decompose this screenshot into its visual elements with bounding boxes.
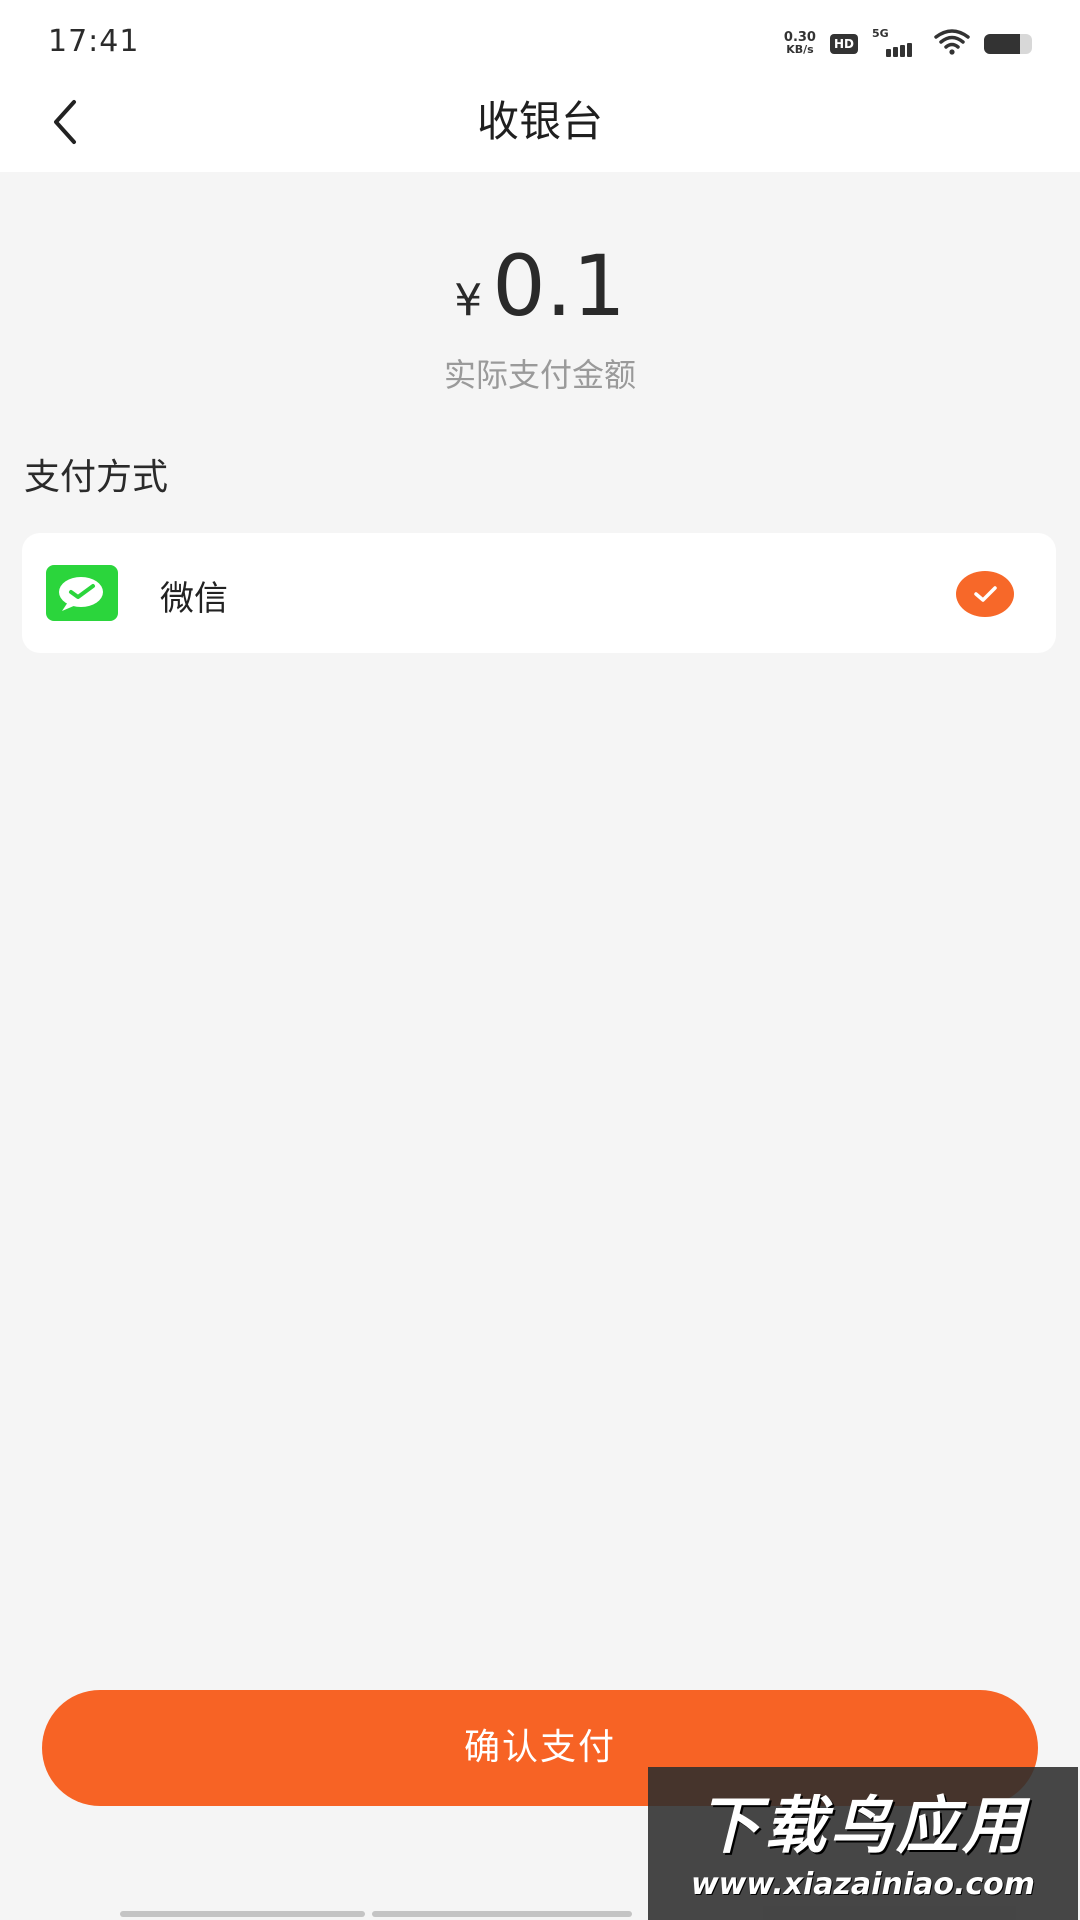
status-time: 17:41 (48, 24, 140, 59)
status-icons: 0.30 KB/s HD 5G (784, 26, 1032, 62)
nav-bar: 收银台 (0, 88, 1080, 172)
wechat-pay-icon (46, 565, 118, 621)
status-bar: 17:41 0.30 KB/s HD 5G (0, 0, 1080, 88)
site-watermark: 下载鸟应用 www.xiazainiao.com (648, 1767, 1078, 1920)
net-speed-unit: KB/s (786, 43, 814, 56)
top-bar: 17:41 0.30 KB/s HD 5G 收银台 (0, 0, 1080, 172)
amount-display: ¥ 0.1 (0, 236, 1080, 336)
battery-fill (984, 34, 1020, 54)
watermark-title: 下载鸟应用 (697, 1789, 1028, 1862)
cashier-screen: 17:41 0.30 KB/s HD 5G 收银台 ¥ 0.1 实际支付金额 支… (0, 0, 1080, 1920)
page-title: 收银台 (476, 97, 603, 146)
payment-amount: 0.1 (492, 237, 626, 335)
payment-option-label: 微信 (160, 579, 228, 619)
payment-method-heading: 支付方式 (24, 457, 169, 498)
wifi-icon (934, 28, 970, 60)
amount-label: 实际支付金额 (443, 356, 636, 394)
watermark-url: www.xiazainiao.com (690, 1867, 1036, 1902)
currency-symbol: ¥ (454, 275, 483, 326)
check-icon[interactable] (956, 571, 1014, 617)
net-speed-indicator: 0.30 KB/s (784, 31, 816, 56)
payment-option-wechat[interactable]: 微信 (22, 533, 1056, 653)
hd-badge: HD (829, 34, 858, 54)
home-indicator (372, 1911, 632, 1917)
network-type-label: 5G (872, 27, 889, 40)
battery-icon (984, 34, 1032, 54)
home-indicator (120, 1911, 365, 1917)
signal-icon: 5G (872, 27, 920, 57)
